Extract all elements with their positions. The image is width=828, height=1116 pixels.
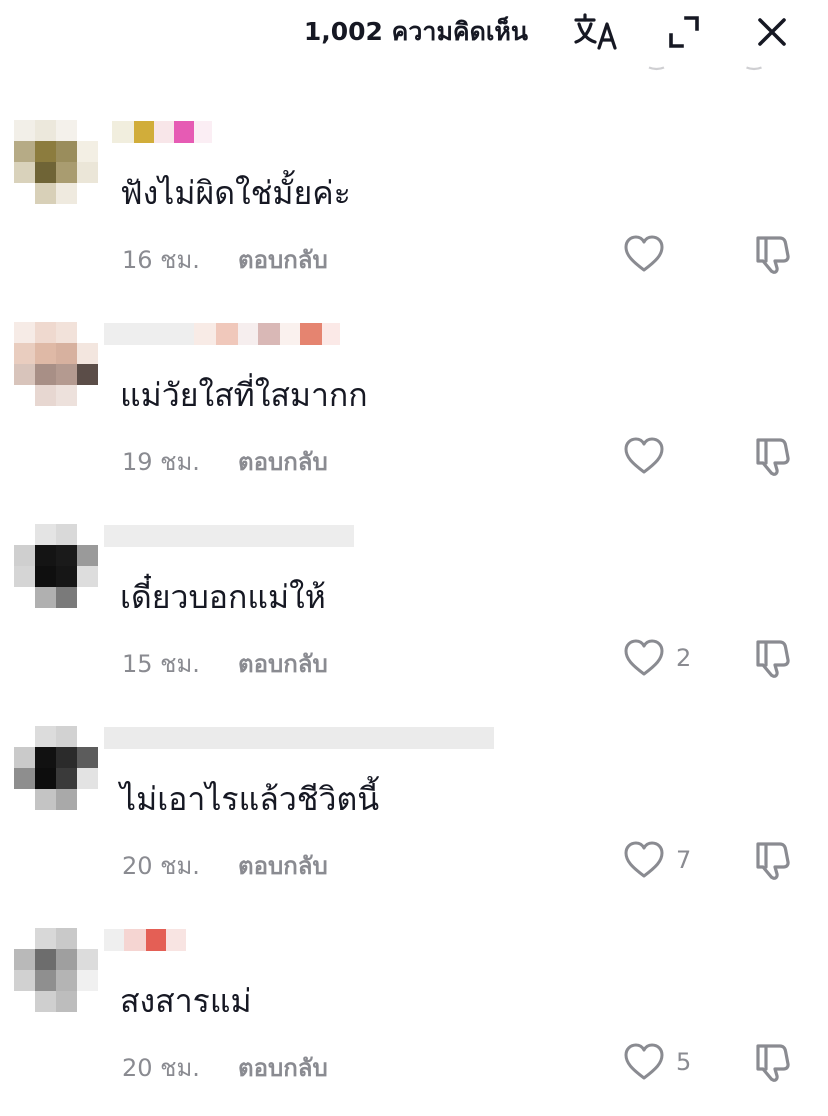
like-count: 5 [676,1048,692,1076]
username[interactable] [104,314,340,354]
comment-item: ฟังไม่ผิดใช่มั้ยค่ะ 16 ชม. ตอบกลับ [0,112,828,308]
reply-button[interactable]: ตอบกลับ [238,1048,328,1087]
reply-button[interactable]: ตอบกลับ [238,846,328,885]
dislike-button[interactable] [752,636,796,680]
comment-time: 19 ชม. [122,448,200,476]
like-button[interactable]: 5 [622,1042,691,1082]
avatar[interactable] [14,928,98,1012]
avatar[interactable] [14,322,98,406]
heart-icon [624,1043,664,1080]
like-count: 2 [676,644,692,672]
comments-header: 1,002 ความคิดเห็น [0,0,828,71]
comment-text: ไม่เอาไรแล้วชีวิตนี้ [120,780,380,818]
avatar[interactable] [14,524,98,608]
collapse-button[interactable] [660,10,708,54]
thumbs-down-icon [756,842,790,880]
comment-time: 20 ชม. [122,1054,200,1082]
reply-button[interactable]: ตอบกลับ [238,240,328,279]
dislike-button[interactable] [752,434,796,478]
collapse-icon [669,16,699,48]
comment-text: เดี๋ยวบอกแม่ให้ [120,578,326,616]
comment-item: แม่วัยใสที่ใสมากก 19 ชม. ตอบกลับ [0,314,828,510]
like-button[interactable] [622,234,676,274]
thumbs-down-icon [756,640,790,678]
username[interactable] [104,718,494,758]
heart-icon [624,639,664,676]
dislike-button[interactable] [752,1040,796,1084]
close-button[interactable] [748,10,796,54]
thumbs-down-icon [756,1044,790,1082]
avatar[interactable] [14,120,98,204]
like-count: 7 [676,846,692,874]
comment-item: ไม่เอาไรแล้วชีวิตนี้ 20 ชม. ตอบกลับ 7 [0,718,828,914]
heart-icon [624,841,664,878]
dislike-button[interactable] [752,838,796,882]
dislike-button[interactable] [752,232,796,276]
comment-text: ฟังไม่ผิดใช่มั้ยค่ะ [120,174,351,212]
reply-button[interactable]: ตอบกลับ [238,644,328,683]
thumbs-down-icon [756,236,790,274]
like-button[interactable]: 2 [622,638,691,678]
thumbs-down-icon [756,438,790,476]
like-button[interactable]: 7 [622,840,691,880]
comment-time: 20 ชม. [122,852,200,880]
heart-icon [624,437,664,474]
reply-button[interactable]: ตอบกลับ [238,442,328,481]
translate-icon [574,13,617,50]
comment-text: สงสารแม่ [120,982,252,1020]
username[interactable] [112,112,212,152]
username[interactable] [104,516,354,556]
comment-text: แม่วัยใสที่ใสมากก [120,376,368,414]
like-button[interactable] [622,436,676,476]
comment-count: 1,002 ความคิดเห็น [303,17,528,46]
avatar[interactable] [14,726,98,810]
heart-icon [624,235,664,272]
username[interactable] [104,920,186,960]
translate-button[interactable] [572,10,620,54]
close-icon [758,18,786,46]
previous-comment-edge [648,66,762,71]
comment-time: 15 ชม. [122,650,200,678]
comment-item: เดี๋ยวบอกแม่ให้ 15 ชม. ตอบกลับ 2 [0,516,828,712]
comment-time: 16 ชม. [122,246,200,274]
comment-item: สงสารแม่ 20 ชม. ตอบกลับ 5 [0,920,828,1116]
